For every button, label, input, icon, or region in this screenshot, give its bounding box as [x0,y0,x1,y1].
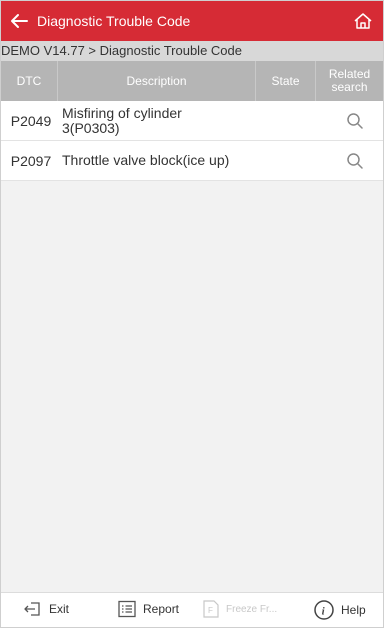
exit-button[interactable]: Exit [23,599,69,619]
help-label: Help [341,603,366,617]
exit-icon [24,602,40,616]
search-icon [347,112,363,129]
app-frame: Diagnostic Trouble Code DEMO V14.77 > Di… [0,0,384,628]
exit-label: Exit [49,602,70,616]
home-button[interactable] [343,1,383,41]
back-button[interactable] [1,1,37,41]
search-icon [347,152,363,169]
table-row[interactable]: P2049 Misfiring of cylinder 3(P0303) [1,101,383,141]
svg-text:i: i [322,606,326,618]
column-header-description: Description [58,61,256,101]
help-button[interactable]: i Help [313,599,366,621]
bottom-toolbar: Exit Report F Freeze Fr... i Help [1,592,383,627]
page-title: Diagnostic Trouble Code [37,13,191,29]
breadcrumb: DEMO V14.77 > Diagnostic Trouble Code [1,41,383,61]
freeze-frame-label: Freeze Fr... [226,603,278,615]
dtc-list: P2049 Misfiring of cylinder 3(P0303) P20… [1,101,383,181]
table-row[interactable]: P2097 Throttle valve block(ice up) [1,141,383,181]
report-label: Report [143,602,180,616]
svg-text:F: F [208,606,213,615]
dtc-code: P2049 [10,112,52,129]
column-header-related-search: Related search [328,67,371,94]
related-search-button[interactable] [332,112,378,130]
dtc-code: P2097 [10,152,52,169]
dtc-description: Throttle valve block(ice up) [62,152,230,168]
column-header-dtc: DTC [1,61,58,101]
table-header: DTC Description State Related search [1,61,383,101]
report-icon [118,600,136,618]
info-icon: i [314,600,334,620]
column-header-state: State [256,61,316,101]
freeze-frame-icon: F [203,600,219,618]
report-button[interactable]: Report [117,599,179,619]
title-bar: Diagnostic Trouble Code [1,1,383,41]
related-search-button[interactable] [332,152,378,170]
freeze-frame-button[interactable]: F Freeze Fr... [202,599,277,619]
dtc-description: Misfiring of cylinder 3(P0303) [62,104,182,136]
arrow-left-icon [11,14,28,28]
home-icon [354,13,372,29]
